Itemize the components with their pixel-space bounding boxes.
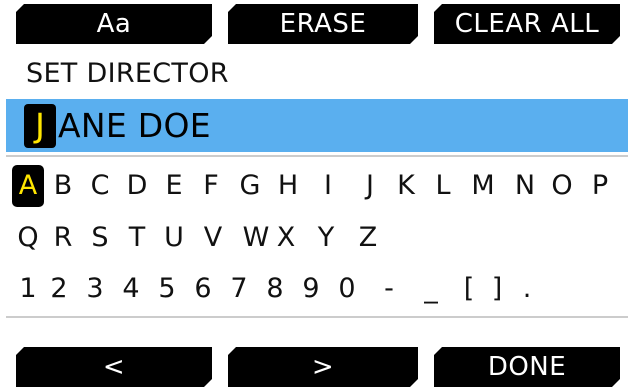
next-button[interactable]: > [228,347,418,387]
key-row1-6[interactable]: G [234,165,266,207]
key-row3-7[interactable]: 8 [259,268,291,310]
key-row1-2[interactable]: C [84,165,116,207]
key-row2-3[interactable]: T [121,217,153,259]
key-row3-11[interactable]: _ [415,268,447,310]
key-row1-1[interactable]: B [47,165,79,207]
case-toggle-button[interactable]: Aa [16,4,212,44]
key-row2-2[interactable]: S [84,217,116,259]
divider-bottom [6,316,628,318]
key-row3-1[interactable]: 2 [43,268,75,310]
page-title: SET DIRECTOR [26,58,229,89]
key-row3-0[interactable]: 1 [12,268,44,310]
divider-top [6,155,628,157]
key-row2-4[interactable]: U [158,217,190,259]
key-row2-9[interactable]: Z [352,217,384,259]
key-row3-3[interactable]: 4 [115,268,147,310]
key-row2-1[interactable]: R [47,217,79,259]
key-row1-7[interactable]: H [272,165,304,207]
key-row1-11[interactable]: L [427,165,459,207]
entry-text: ANE DOE [58,106,211,145]
key-row1-12[interactable]: M [467,165,499,207]
key-row3-6[interactable]: 7 [223,268,255,310]
key-row2-6[interactable]: W [240,217,272,259]
key-row3-13[interactable]: ] [481,268,513,310]
key-row3-9[interactable]: 0 [331,268,363,310]
previous-button[interactable]: < [16,347,212,387]
key-row2-7[interactable]: X [270,217,302,259]
key-row1-5[interactable]: F [195,165,227,207]
key-row1-14[interactable]: O [546,165,578,207]
key-row2-8[interactable]: Y [310,217,342,259]
done-button[interactable]: DONE [434,347,620,387]
erase-button[interactable]: ERASE [228,4,418,44]
key-row1-13[interactable]: N [509,165,541,207]
key-row1-8[interactable]: I [312,165,344,207]
key-row1-4[interactable]: E [158,165,190,207]
key-row1-15[interactable]: P [584,165,616,207]
key-row3-14[interactable]: . [511,268,543,310]
key-row3-5[interactable]: 6 [187,268,219,310]
key-row2-0[interactable]: Q [12,217,44,259]
key-row1-10[interactable]: K [390,165,422,207]
key-row3-10[interactable]: - [373,268,405,310]
key-row3-4[interactable]: 5 [151,268,183,310]
key-row3-8[interactable]: 9 [295,268,327,310]
clear-all-button[interactable]: CLEAR ALL [434,4,620,44]
entry-cursor-char: J [24,104,56,148]
key-row1-3[interactable]: D [121,165,153,207]
key-row1-0[interactable]: A [12,165,44,207]
key-row3-2[interactable]: 3 [79,268,111,310]
key-row1-9[interactable]: J [354,165,386,207]
key-row2-5[interactable]: V [197,217,229,259]
